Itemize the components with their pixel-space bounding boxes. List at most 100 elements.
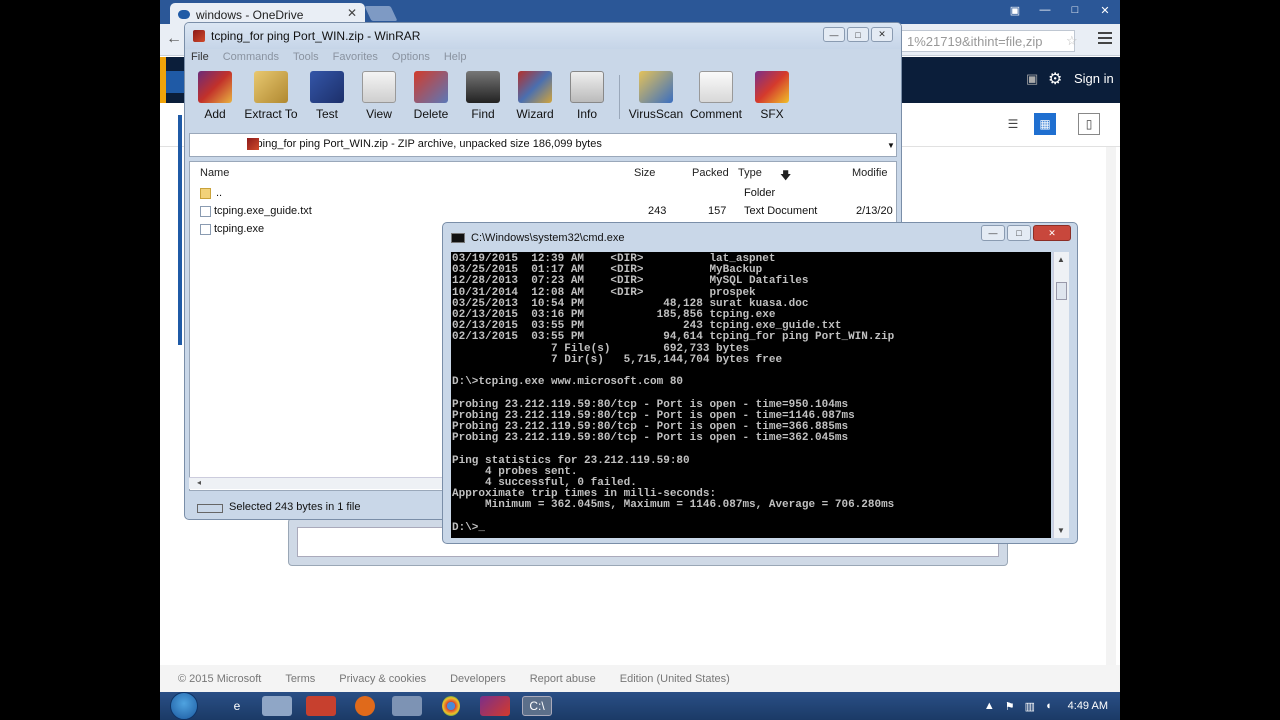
volume-icon[interactable]: ◖ (1045, 700, 1052, 712)
winrar-window-controls: — □ ✕ (823, 27, 893, 42)
network-icon[interactable]: ▥ (1025, 700, 1035, 713)
new-tab-button[interactable] (364, 6, 398, 21)
column-size[interactable]: Size (634, 167, 655, 179)
onedrive-footer: © 2015 Microsoft Terms Privacy & cookies… (160, 665, 1120, 692)
scroll-down-icon[interactable]: ▼ (1057, 526, 1065, 535)
close-icon[interactable]: ✕ (1033, 225, 1071, 241)
cmd-window: C:\Windows\system32\cmd.exe — □ ✕ 03/19/… (442, 222, 1078, 544)
cmd-taskbar-icon[interactable]: C:\ (522, 696, 552, 716)
footer-privacy-link[interactable]: Privacy & cookies (339, 673, 426, 685)
extract-to-button[interactable]: Extract To (241, 71, 301, 129)
delete-button[interactable]: Delete (405, 71, 457, 129)
menu-favorites[interactable]: Favorites (333, 51, 378, 63)
toolbar-separator (619, 75, 620, 119)
ie-icon[interactable]: e (222, 696, 252, 716)
page-scrollbar[interactable] (1106, 147, 1116, 667)
text-file-icon (200, 206, 211, 217)
onedrive-favicon-icon (178, 10, 190, 19)
console-text: 03/19/2015 12:39 AM <DIR> lat_aspnet 03/… (452, 253, 895, 534)
test-button[interactable]: Test (301, 71, 353, 129)
file-list-hscroll[interactable]: ◂ (189, 477, 459, 489)
app-launcher-icon[interactable] (166, 71, 184, 93)
scroll-up-icon[interactable]: ▲ (1057, 255, 1065, 264)
list-view-icon[interactable]: ☰ (1002, 113, 1024, 135)
browser-tab[interactable]: windows - OneDrive ✕ (170, 3, 365, 24)
flag-icon[interactable]: ⚑ (1005, 700, 1015, 713)
file-name: tcping.exe_guide.txt (214, 205, 312, 217)
minimize-icon[interactable]: — (1030, 0, 1060, 20)
minimize-icon[interactable]: — (823, 27, 845, 42)
view-button[interactable]: View (353, 71, 405, 129)
folder-icon (200, 188, 211, 199)
explorer-icon[interactable] (262, 696, 292, 716)
column-name[interactable]: Name (200, 167, 229, 179)
comment-button[interactable]: Comment (686, 71, 746, 129)
tray-expand-icon[interactable]: ▲ (984, 700, 995, 712)
add-button[interactable]: Add (189, 71, 241, 129)
gear-icon[interactable]: ⚙ (1048, 69, 1062, 89)
menu-help[interactable]: Help (444, 51, 467, 63)
sfx-button[interactable]: SFX (746, 71, 798, 129)
thumbnails-view-icon[interactable]: ▦ (1034, 113, 1056, 135)
wizard-icon (518, 71, 552, 103)
status-text: Selected 243 bytes in 1 file (229, 501, 361, 513)
close-icon[interactable]: ✕ (1090, 0, 1120, 20)
maximize-icon[interactable]: □ (847, 27, 869, 42)
chrome-menu-icon[interactable] (1098, 32, 1112, 47)
address-dropdown-icon[interactable]: ▼ (887, 141, 895, 150)
column-modified[interactable]: Modifie (852, 167, 887, 179)
winrar-app-icon (193, 30, 205, 42)
browser-tab-title: windows - OneDrive (196, 7, 304, 22)
user-icon[interactable]: ▣ (1000, 0, 1030, 20)
maximize-icon[interactable]: □ (1007, 225, 1031, 241)
winrar-taskbar-icon[interactable] (480, 696, 510, 716)
bookmark-star-icon[interactable]: ☆ (1066, 33, 1078, 49)
binoculars-icon (466, 71, 500, 103)
media-icon[interactable] (306, 696, 336, 716)
file-modified: 2/13/20 (856, 205, 893, 217)
virusscan-icon (639, 71, 673, 103)
status-drive-icon (197, 504, 223, 513)
virusscan-button[interactable]: VirusScan (626, 71, 686, 129)
menu-commands[interactable]: Commands (223, 51, 279, 63)
firefox-icon[interactable] (355, 696, 375, 716)
app-icon[interactable] (392, 696, 422, 716)
view-icon (362, 71, 396, 103)
file-row-parent[interactable]: .. Folder (190, 184, 896, 202)
status-bar: Selected 243 bytes in 1 file (189, 497, 449, 517)
info-button[interactable]: Info (561, 71, 613, 129)
console-output[interactable]: 03/19/2015 12:39 AM <DIR> lat_aspnet 03/… (451, 252, 1051, 538)
chrome-icon[interactable] (442, 696, 460, 716)
archive-address-bar[interactable]: tcping_for ping Port_WIN.zip - ZIP archi… (189, 133, 897, 157)
winrar-menu-bar: File Commands Tools Favorites Options He… (191, 51, 466, 63)
console-scrollbar[interactable]: ▲ ▼ (1053, 252, 1069, 538)
tab-close-icon[interactable]: ✕ (347, 6, 357, 20)
menu-options[interactable]: Options (392, 51, 430, 63)
wizard-button[interactable]: Wizard (509, 71, 561, 129)
footer-terms-link[interactable]: Terms (285, 673, 315, 685)
column-type[interactable]: Type (738, 167, 762, 179)
footer-report-link[interactable]: Report abuse (530, 673, 596, 685)
file-list-header: Name Size Packed Type 🡇 Modifie (190, 162, 896, 184)
footer-edition-link[interactable]: Edition (United States) (620, 673, 730, 685)
back-arrow-icon[interactable]: ← (166, 30, 182, 48)
find-button[interactable]: Find (457, 71, 509, 129)
minimize-icon[interactable]: — (981, 225, 1005, 241)
sign-in-link[interactable]: Sign in (1074, 71, 1114, 86)
close-icon[interactable]: ✕ (871, 27, 893, 42)
footer-developers-link[interactable]: Developers (450, 673, 506, 685)
scroll-thumb[interactable] (1056, 282, 1067, 300)
column-packed[interactable]: Packed (692, 167, 729, 179)
menu-tools[interactable]: Tools (293, 51, 319, 63)
address-bar[interactable]: 1%21719&ithint=file,zip (900, 30, 1075, 52)
start-button[interactable] (170, 692, 198, 720)
details-pane-icon[interactable]: ▯ (1078, 113, 1100, 135)
file-row-guide[interactable]: tcping.exe_guide.txt 243 157 Text Docume… (190, 202, 896, 220)
clock[interactable]: 4:49 AM (1068, 700, 1108, 712)
chat-icon[interactable]: ▣ (1026, 71, 1038, 87)
menu-file[interactable]: File (191, 51, 209, 63)
test-icon (310, 71, 344, 103)
maximize-icon[interactable]: □ (1060, 0, 1090, 20)
browser-tab-bar: windows - OneDrive ✕ ▣ — □ ✕ (160, 0, 1120, 24)
file-name: tcping.exe (214, 223, 265, 235)
